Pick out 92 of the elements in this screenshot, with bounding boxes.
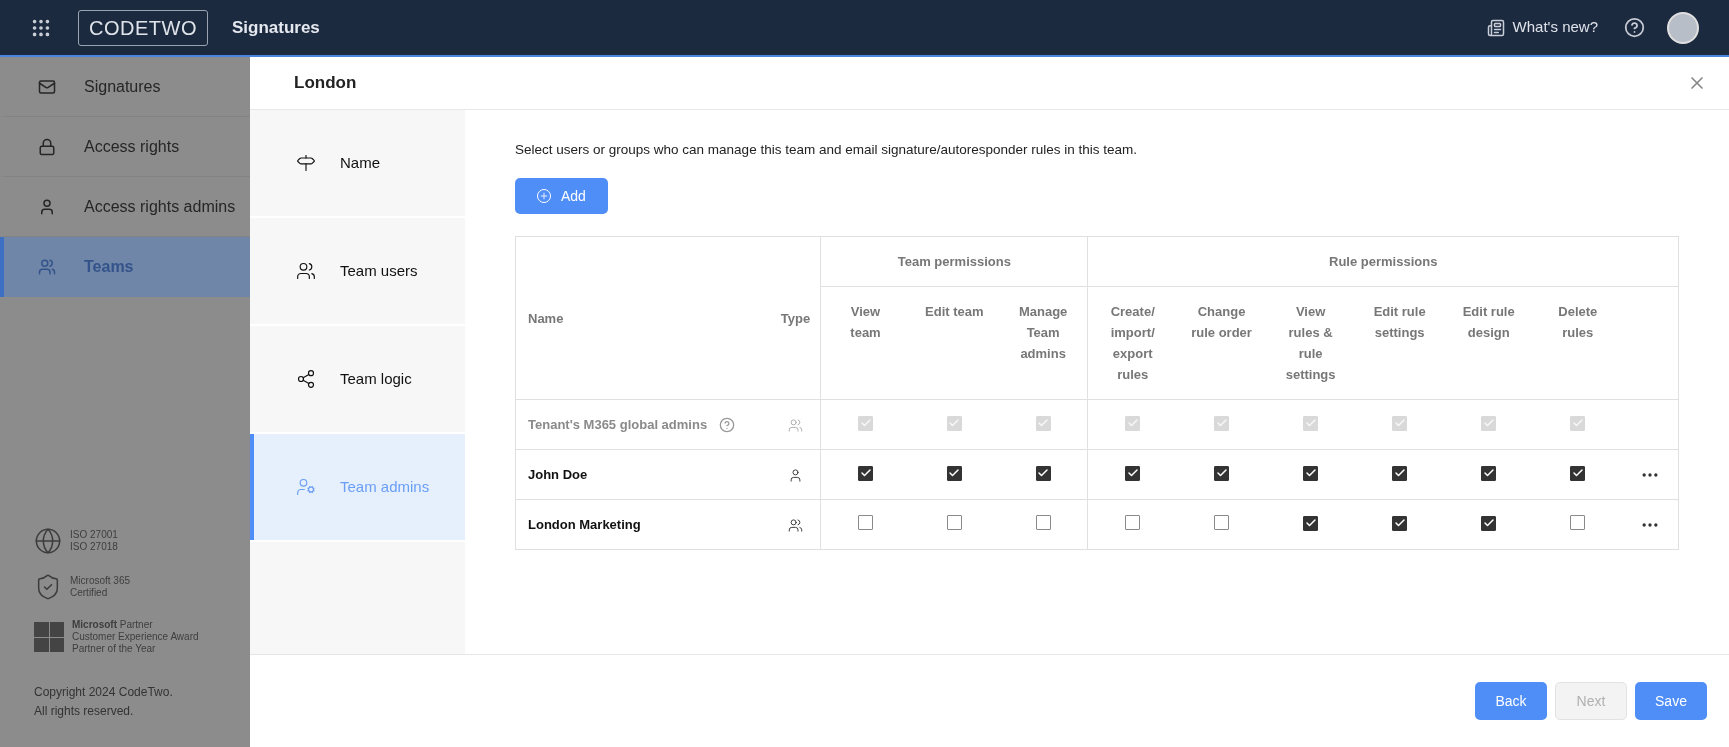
checkbox[interactable]: [1125, 514, 1141, 530]
badge-text: Customer Experience Award: [72, 631, 199, 643]
checkmark-icon: [1393, 517, 1406, 529]
checkbox[interactable]: [1303, 465, 1319, 481]
checkbox[interactable]: [858, 514, 873, 530]
sidebar-item-icon: [38, 197, 56, 216]
step-tab[interactable]: Team logic: [250, 326, 465, 432]
users-icon: [787, 418, 803, 434]
dialog-title: London: [294, 72, 357, 95]
step-icon: [296, 153, 316, 173]
checkbox[interactable]: [1214, 465, 1230, 481]
checkmark-icon: [948, 417, 961, 429]
checkmark-icon: [1037, 467, 1050, 479]
checkbox[interactable]: [1035, 514, 1051, 530]
checkmark-icon: [1126, 467, 1139, 479]
checkbox[interactable]: [1570, 465, 1586, 481]
checkbox[interactable]: [1481, 515, 1497, 531]
column-header: View rules & rule settings: [1285, 304, 1336, 383]
checkmark-icon: [1571, 417, 1584, 429]
step-tab[interactable]: Team users: [250, 218, 465, 324]
footer-button[interactable]: Save: [1635, 682, 1707, 720]
checkbox[interactable]: [1035, 465, 1051, 481]
badge-text: Certified: [70, 587, 109, 599]
checkbox[interactable]: [1214, 514, 1230, 530]
column-group-header: Rule permissions: [1329, 254, 1438, 269]
column-header: Delete rules: [1558, 304, 1598, 341]
user-icon: [787, 468, 803, 484]
checkmark-icon: [948, 467, 961, 479]
badge-text: ISO 27001: [70, 529, 118, 541]
description-text: Select users or groups who can manage this team and email signature/autoresponder rules in this team.: [515, 141, 1139, 159]
checkmark-icon: [859, 467, 872, 479]
column-header: Edit rule settings: [1373, 304, 1426, 341]
checkmark-icon: [1126, 417, 1139, 429]
column-header: Change rule order: [1191, 304, 1252, 341]
step-icon: [296, 477, 316, 497]
badge-text: Partner of the Year: [72, 643, 157, 655]
column-group-header: Team permissions: [897, 254, 1011, 269]
checkmark-icon: [1393, 467, 1406, 479]
checkbox[interactable]: [1570, 514, 1586, 530]
step-tab[interactable]: Name: [250, 110, 465, 216]
checkbox[interactable]: [946, 465, 962, 481]
app-title: Signatures: [231, 16, 320, 39]
users-icon: [787, 518, 803, 534]
news-icon[interactable]: [1486, 18, 1505, 37]
windows-logo-icon: [34, 622, 64, 652]
footer-button[interactable]: Back: [1475, 682, 1547, 720]
copyright-text: Copyright 2024 CodeTwo.: [34, 684, 174, 701]
checkbox[interactable]: [946, 514, 962, 530]
column-header: Type: [780, 310, 811, 326]
sidebar-item-icon: [38, 77, 56, 96]
step-tab[interactable]: Team admins: [250, 434, 465, 540]
checkmark-icon: [1393, 417, 1406, 429]
column-header: Edit rule design: [1462, 304, 1515, 341]
column-header: Manage Team admins: [1018, 304, 1068, 362]
checkmark-icon: [1304, 517, 1317, 529]
badge-icon: [34, 527, 62, 555]
checkmark-icon: [1215, 467, 1228, 479]
checkmark-icon: [1482, 517, 1495, 529]
column-header: View team: [850, 304, 881, 341]
checkmark-icon: [1037, 417, 1050, 429]
step-icon: [296, 261, 316, 281]
member-name: London Marketing: [528, 516, 641, 534]
sidebar-item-icon: [38, 137, 56, 156]
logo: CODETWO: [78, 9, 208, 46]
badge-text: Microsoft Partner: [72, 619, 154, 631]
column-header: Name: [528, 310, 564, 326]
checkbox[interactable]: [1481, 465, 1497, 481]
badge-text: ISO 27018: [70, 541, 118, 553]
checkmark-icon: [1482, 467, 1495, 479]
add-button[interactable]: Add: [515, 178, 608, 215]
column-header: Edit team: [925, 304, 984, 320]
checkmark-icon: [1482, 417, 1495, 429]
column-header: Create/ import/ export rules: [1110, 304, 1155, 383]
step-icon: [296, 369, 316, 389]
whats-new-link[interactable]: What's new?: [1512, 16, 1598, 39]
checkmark-icon: [1304, 467, 1317, 479]
badge-text: Microsoft 365: [70, 575, 131, 587]
checkmark-icon: [859, 417, 872, 429]
copyright-text: All rights reserved.: [34, 703, 135, 720]
checkmark-icon: [1304, 417, 1317, 429]
checkbox[interactable]: [1303, 515, 1319, 531]
member-name: John Doe: [528, 466, 588, 484]
help-icon[interactable]: [1624, 17, 1645, 38]
checkbox[interactable]: [1392, 515, 1408, 531]
checkbox[interactable]: [1392, 465, 1408, 481]
avatar[interactable]: [1667, 11, 1699, 44]
checkbox[interactable]: [858, 465, 873, 481]
checkmark-icon: [1571, 467, 1584, 479]
checkmark-icon: [1215, 417, 1228, 429]
member-name: Tenant's M365 global admins: [528, 416, 708, 434]
checkbox[interactable]: [1125, 465, 1141, 481]
sidebar-item-icon: [38, 258, 56, 276]
